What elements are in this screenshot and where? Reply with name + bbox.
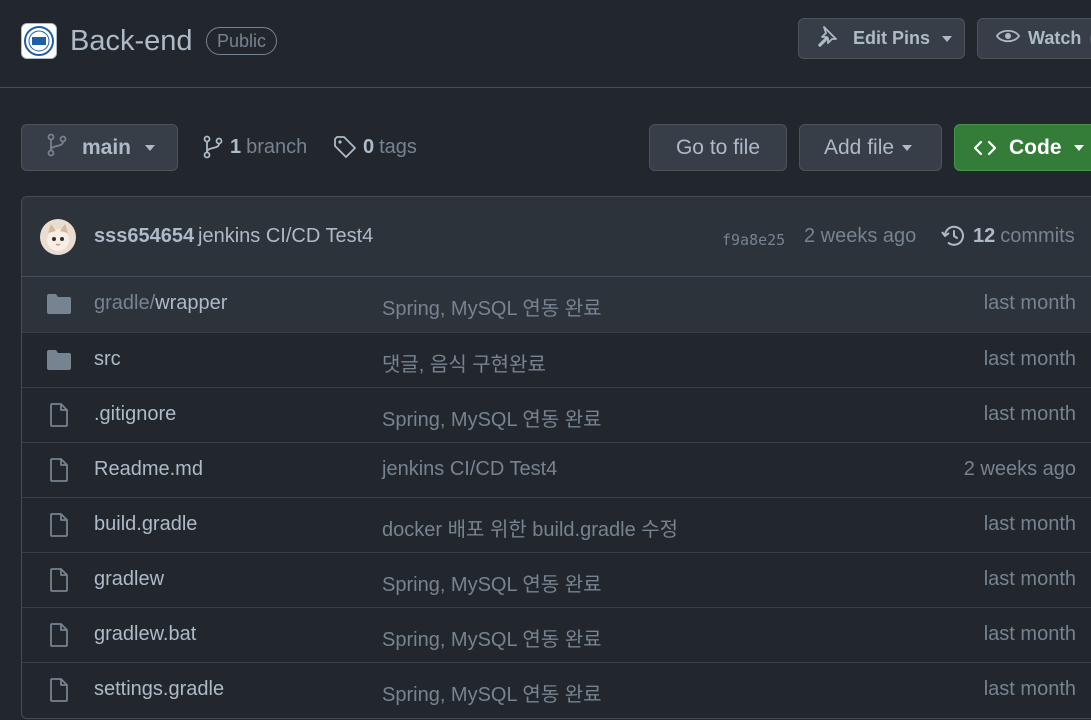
file-path-prefix: gradle/ — [94, 292, 156, 314]
repo-header: Back-end Public Edit Pins Watch — [0, 0, 1091, 88]
file-name[interactable]: gradle/wrapper — [94, 292, 227, 315]
visibility-badge: Public — [206, 27, 278, 55]
file-commit-message[interactable]: Spring, MySQL 연동 완료 — [382, 292, 602, 321]
file-name[interactable]: Readme.md — [94, 458, 203, 481]
file-icon — [46, 513, 72, 537]
chevron-down-icon — [145, 144, 156, 151]
folder-icon — [46, 292, 72, 316]
tag-count: 0 — [363, 135, 375, 158]
file-icon — [46, 568, 72, 592]
git-branch-icon — [202, 135, 224, 159]
file-icon — [46, 403, 72, 427]
file-commit-message[interactable]: docker 배포 위한 build.gradle 수정 — [382, 513, 678, 542]
file-name[interactable]: build.gradle — [94, 513, 197, 536]
commits-link[interactable]: 12 commits — [941, 223, 1075, 249]
file-age: last month — [983, 568, 1076, 590]
file-commit-message[interactable]: Spring, MySQL 연동 완료 — [382, 678, 602, 707]
file-name[interactable]: gradlew.bat — [94, 623, 196, 646]
file-age: last month — [983, 403, 1076, 425]
avatar[interactable] — [40, 219, 76, 255]
chevron-down-icon — [902, 144, 913, 151]
file-row[interactable]: build.gradle docker 배포 위한 build.gradle 수… — [22, 497, 1091, 552]
add-file-label: Add file — [824, 135, 895, 159]
org-logo-icon[interactable] — [21, 23, 57, 59]
file-row[interactable]: .gitignore Spring, MySQL 연동 완료 last mont… — [22, 387, 1091, 442]
file-commit-message[interactable]: Spring, MySQL 연동 완료 — [382, 623, 602, 652]
go-to-file-button[interactable]: Go to file — [649, 124, 787, 171]
file-browser: sss654654 jenkins CI/CD Test4 f9a8e25 2 … — [21, 196, 1091, 719]
repo-name[interactable]: Back-end — [70, 23, 193, 59]
file-name[interactable]: settings.gradle — [94, 678, 224, 701]
file-age: last month — [983, 292, 1076, 314]
file-icon — [46, 458, 72, 482]
commit-count: 12 — [973, 224, 996, 247]
file-row[interactable]: settings.gradle Spring, MySQL 연동 완료 last… — [22, 662, 1091, 717]
branch-select-button[interactable]: main — [21, 124, 178, 171]
eye-icon — [995, 26, 1021, 51]
file-name[interactable]: src — [94, 348, 121, 371]
edit-pins-button[interactable]: Edit Pins — [798, 18, 965, 59]
file-row[interactable]: Readme.md jenkins CI/CD Test4 2 weeks ag… — [22, 442, 1091, 497]
file-commit-message[interactable]: Spring, MySQL 연동 완료 — [382, 568, 602, 597]
history-icon — [941, 223, 967, 249]
branch-count: 1 — [230, 135, 242, 158]
code-icon — [973, 138, 997, 158]
file-icon — [46, 623, 72, 647]
pin-icon — [815, 24, 839, 53]
file-icon — [46, 678, 72, 702]
folder-icon — [46, 348, 72, 372]
commit-word: commits — [1000, 224, 1075, 247]
commit-sha[interactable]: f9a8e25 — [722, 231, 785, 249]
branch-word: branch — [246, 135, 308, 158]
latest-commit-bar: sss654654 jenkins CI/CD Test4 f9a8e25 2 … — [22, 197, 1091, 277]
tag-icon — [333, 135, 357, 159]
commit-author[interactable]: sss654654 — [94, 225, 194, 248]
file-age: 2 weeks ago — [963, 458, 1076, 480]
tag-word: tags — [379, 135, 417, 158]
file-name-text: wrapper — [155, 292, 228, 314]
file-name[interactable]: gradlew — [94, 568, 164, 591]
git-branch-icon — [46, 133, 68, 163]
file-commit-message[interactable]: jenkins CI/CD Test4 — [382, 458, 557, 481]
file-name[interactable]: .gitignore — [94, 403, 176, 426]
file-row[interactable]: gradlew.bat Spring, MySQL 연동 완료 last mon… — [22, 607, 1091, 662]
branch-name: main — [82, 135, 132, 159]
file-row[interactable]: gradlew Spring, MySQL 연동 완료 last month — [22, 552, 1091, 607]
chevron-down-icon — [942, 35, 953, 42]
file-row[interactable]: gradle/wrapper Spring, MySQL 연동 완료 last … — [22, 277, 1091, 332]
edit-pins-label: Edit Pins — [853, 28, 931, 48]
file-age: last month — [983, 623, 1076, 645]
branches-link[interactable]: 1 branch — [202, 132, 307, 162]
file-commit-message[interactable]: Spring, MySQL 연동 완료 — [382, 403, 602, 432]
file-age: last month — [983, 513, 1076, 535]
file-age: last month — [983, 348, 1076, 370]
code-button[interactable]: Code — [954, 124, 1091, 171]
file-list: gradle/wrapper Spring, MySQL 연동 완료 last … — [22, 277, 1091, 717]
watch-label: Watch — [1028, 28, 1082, 48]
watch-button[interactable]: Watch — [977, 18, 1091, 59]
add-file-button[interactable]: Add file — [799, 124, 942, 171]
commit-age: 2 weeks ago — [804, 225, 917, 247]
tags-link[interactable]: 0 tags — [333, 132, 417, 162]
commit-message[interactable]: jenkins CI/CD Test4 — [198, 225, 373, 248]
chevron-down-icon — [1073, 144, 1084, 151]
file-commit-message[interactable]: 댓글, 음식 구현완료 — [382, 348, 546, 377]
code-label: Code — [1009, 135, 1062, 159]
file-age: last month — [983, 678, 1076, 700]
file-row[interactable]: src 댓글, 음식 구현완료 last month — [22, 332, 1091, 387]
